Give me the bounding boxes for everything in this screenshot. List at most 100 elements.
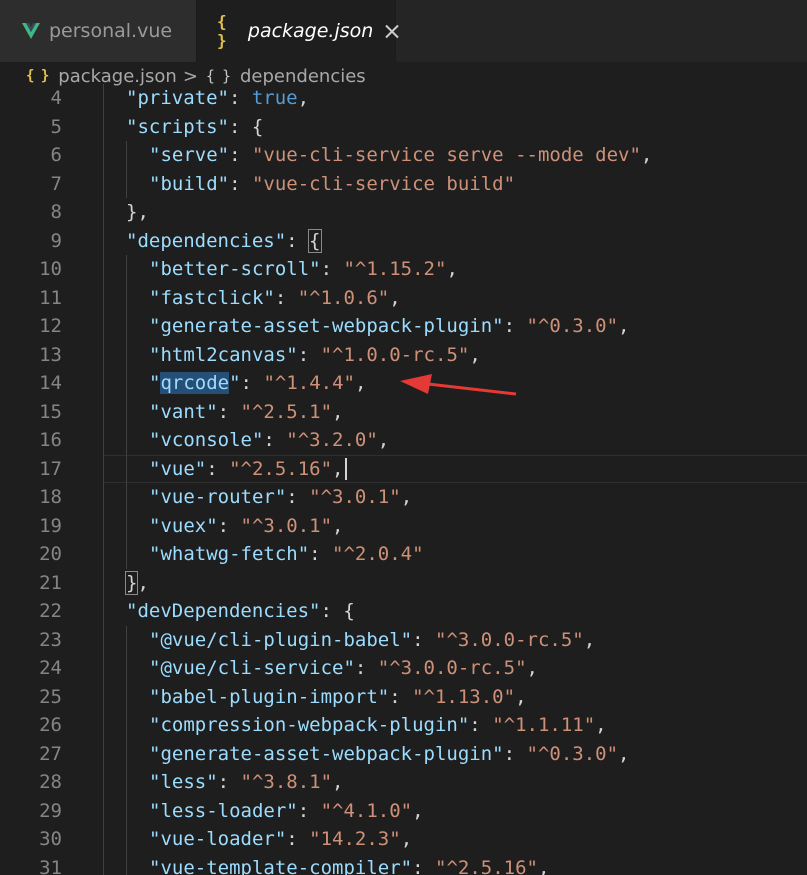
code-line[interactable]: 25 "babel-plugin-import": "^1.13.0",: [0, 682, 807, 711]
punctuation: ,: [469, 343, 481, 366]
punctuation: ,: [595, 714, 607, 736]
code-text: "vconsole": "^3.2.0",: [149, 426, 389, 455]
tab-personal-vue[interactable]: personal.vue: [0, 0, 197, 62]
json-key: "babel-plugin-import": [149, 685, 390, 708]
line-number: 17: [39, 457, 62, 480]
code-line[interactable]: 20 "whatwg-fetch": "^2.0.4": [0, 540, 807, 569]
indent-guide: [103, 226, 104, 255]
line-number: 20: [39, 543, 62, 565]
code-line[interactable]: 28 "less": "^3.8.1",: [0, 768, 807, 797]
json-value: "14.2.3": [309, 828, 401, 850]
close-icon[interactable]: [385, 24, 395, 38]
json-key: "better-scroll": [149, 258, 321, 280]
code-line[interactable]: 27 "generate-asset-webpack-plugin": "^0.3…: [0, 739, 807, 768]
text-selection: qrcode: [160, 372, 230, 394]
indent-guide: [103, 597, 104, 626]
code-text: "dependencies": {: [126, 227, 322, 256]
code-line[interactable]: 19 "vuex": "^3.0.1",: [0, 511, 807, 541]
indent-guide: [103, 255, 104, 284]
punctuation: ,: [332, 457, 344, 480]
code-text: "compression-webpack-plugin": "^1.1.11",: [149, 711, 607, 740]
code-line[interactable]: 22 "devDependencies": {: [0, 597, 807, 626]
code-line[interactable]: 29 "less-loader": "^4.1.0",: [0, 796, 807, 826]
code-line[interactable]: 10 "better-scroll": "^1.15.2",: [0, 255, 807, 284]
punctuation: :: [217, 514, 241, 537]
code-line[interactable]: 6 "serve": "vue-cli-service serve --mode …: [0, 141, 807, 170]
code-line[interactable]: 17 "vue": "^2.5.16",: [0, 454, 807, 484]
json-key: "vant": [149, 400, 218, 423]
code-line[interactable]: 30 "vue-loader": "14.2.3",: [0, 825, 807, 854]
indent-guide: [126, 796, 127, 825]
line-number: 5: [50, 115, 62, 138]
code-text: "better-scroll": "^1.15.2",: [149, 255, 458, 284]
code-line[interactable]: 16 "vconsole": "^3.2.0",: [0, 426, 807, 455]
punctuation: :: [320, 258, 344, 280]
code-line[interactable]: 18 "vue-router": "^3.0.1",: [0, 483, 807, 512]
code-line[interactable]: 9 "dependencies": {: [0, 226, 807, 256]
line-number: 22: [39, 600, 62, 622]
code-text: "scripts": {: [126, 113, 263, 142]
json-key: "less": [149, 771, 218, 793]
indent-guide: [103, 511, 104, 540]
code-line[interactable]: 13 "html2canvas": "^1.0.0-rc.5",: [0, 340, 807, 369]
code-text: "private": true,: [126, 84, 309, 113]
code-line[interactable]: 21},: [0, 568, 807, 598]
code-editor[interactable]: 4 "private": true, 5 "scripts": {6 "serve": …: [0, 84, 807, 875]
punctuation: :: [286, 828, 310, 850]
json-key: "@vue/cli-plugin-babel": [149, 628, 413, 651]
code-text: "vue": "^2.5.16",: [149, 455, 347, 484]
bracket-match-highlight: {: [308, 228, 322, 253]
code-text: "generate-asset-webpack-plugin": "^0.3.0…: [149, 312, 629, 341]
indent-guide: [126, 255, 127, 284]
indent-guide: [126, 825, 127, 854]
punctuation: :: [320, 600, 344, 622]
json-key: "private": [126, 87, 229, 109]
indent-guide: [126, 654, 127, 683]
code-text: "vue-template-compiler": "^2.5.16",: [149, 854, 549, 875]
punctuation: ,: [400, 828, 413, 850]
punctuation: :: [274, 286, 298, 309]
line-number: 15: [39, 400, 62, 423]
code-line[interactable]: 7 "build": "vue-cli-service build": [0, 169, 807, 198]
line-number: 6: [50, 144, 62, 166]
json-key: "generate-asset-webpack-plugin": [149, 315, 504, 337]
code-line[interactable]: 31 "vue-template-compiler": "^2.5.16",: [0, 853, 807, 875]
punctuation: :: [309, 543, 333, 565]
punctuation: ,: [537, 856, 550, 875]
code-line[interactable]: 24 "@vue/cli-service": "^3.0.0-rc.5",: [0, 654, 807, 683]
punctuation: :: [228, 87, 252, 109]
indent-guide: [126, 340, 127, 369]
indent-guide: [126, 426, 127, 455]
json-icon: { }: [26, 68, 49, 84]
code-line[interactable]: 5 "scripts": {: [0, 112, 807, 142]
line-number: 16: [39, 429, 62, 451]
punctuation: ,: [332, 771, 344, 793]
json-icon: { }: [217, 12, 227, 50]
punctuation: :: [229, 144, 252, 166]
code-line[interactable]: 4 "private": true,: [0, 84, 807, 113]
line-number: 23: [39, 628, 62, 651]
code-text: "vuex": "^3.0.1",: [149, 512, 344, 541]
indent-guide: [103, 340, 104, 369]
punctuation: ,: [583, 628, 596, 651]
indent-guide: [103, 540, 104, 569]
code-line[interactable]: 12 "generate-asset-webpack-plugin": "^0.3…: [0, 312, 807, 341]
json-value: "^1.0.0-rc.5": [320, 343, 470, 366]
code-text: },: [124, 569, 149, 598]
code-line[interactable]: 23 "@vue/cli-plugin-babel": "^3.0.0-rc.5"…: [0, 625, 807, 655]
code-line[interactable]: 26 "compression-webpack-plugin": "^1.1.11…: [0, 711, 807, 740]
json-value: "^3.8.1": [240, 771, 333, 793]
indent-guide: [103, 654, 104, 683]
punctuation: :: [206, 457, 230, 480]
code-text: "fastclick": "^1.0.6",: [149, 284, 401, 313]
indent-guide: [103, 198, 104, 227]
code-text: "less-loader": "^4.1.0",: [149, 797, 424, 826]
code-line[interactable]: 11 "fastclick": "^1.0.6",: [0, 283, 807, 313]
code-line[interactable]: 8},: [0, 198, 807, 227]
punctuation: ,: [618, 315, 630, 337]
punctuation: ,: [400, 486, 413, 508]
punctuation: :: [217, 771, 241, 793]
tab-package-json[interactable]: { } package.json: [197, 0, 396, 62]
indent-guide: [103, 682, 104, 711]
code-text: "@vue/cli-plugin-babel": "^3.0.0-rc.5",: [149, 626, 595, 655]
